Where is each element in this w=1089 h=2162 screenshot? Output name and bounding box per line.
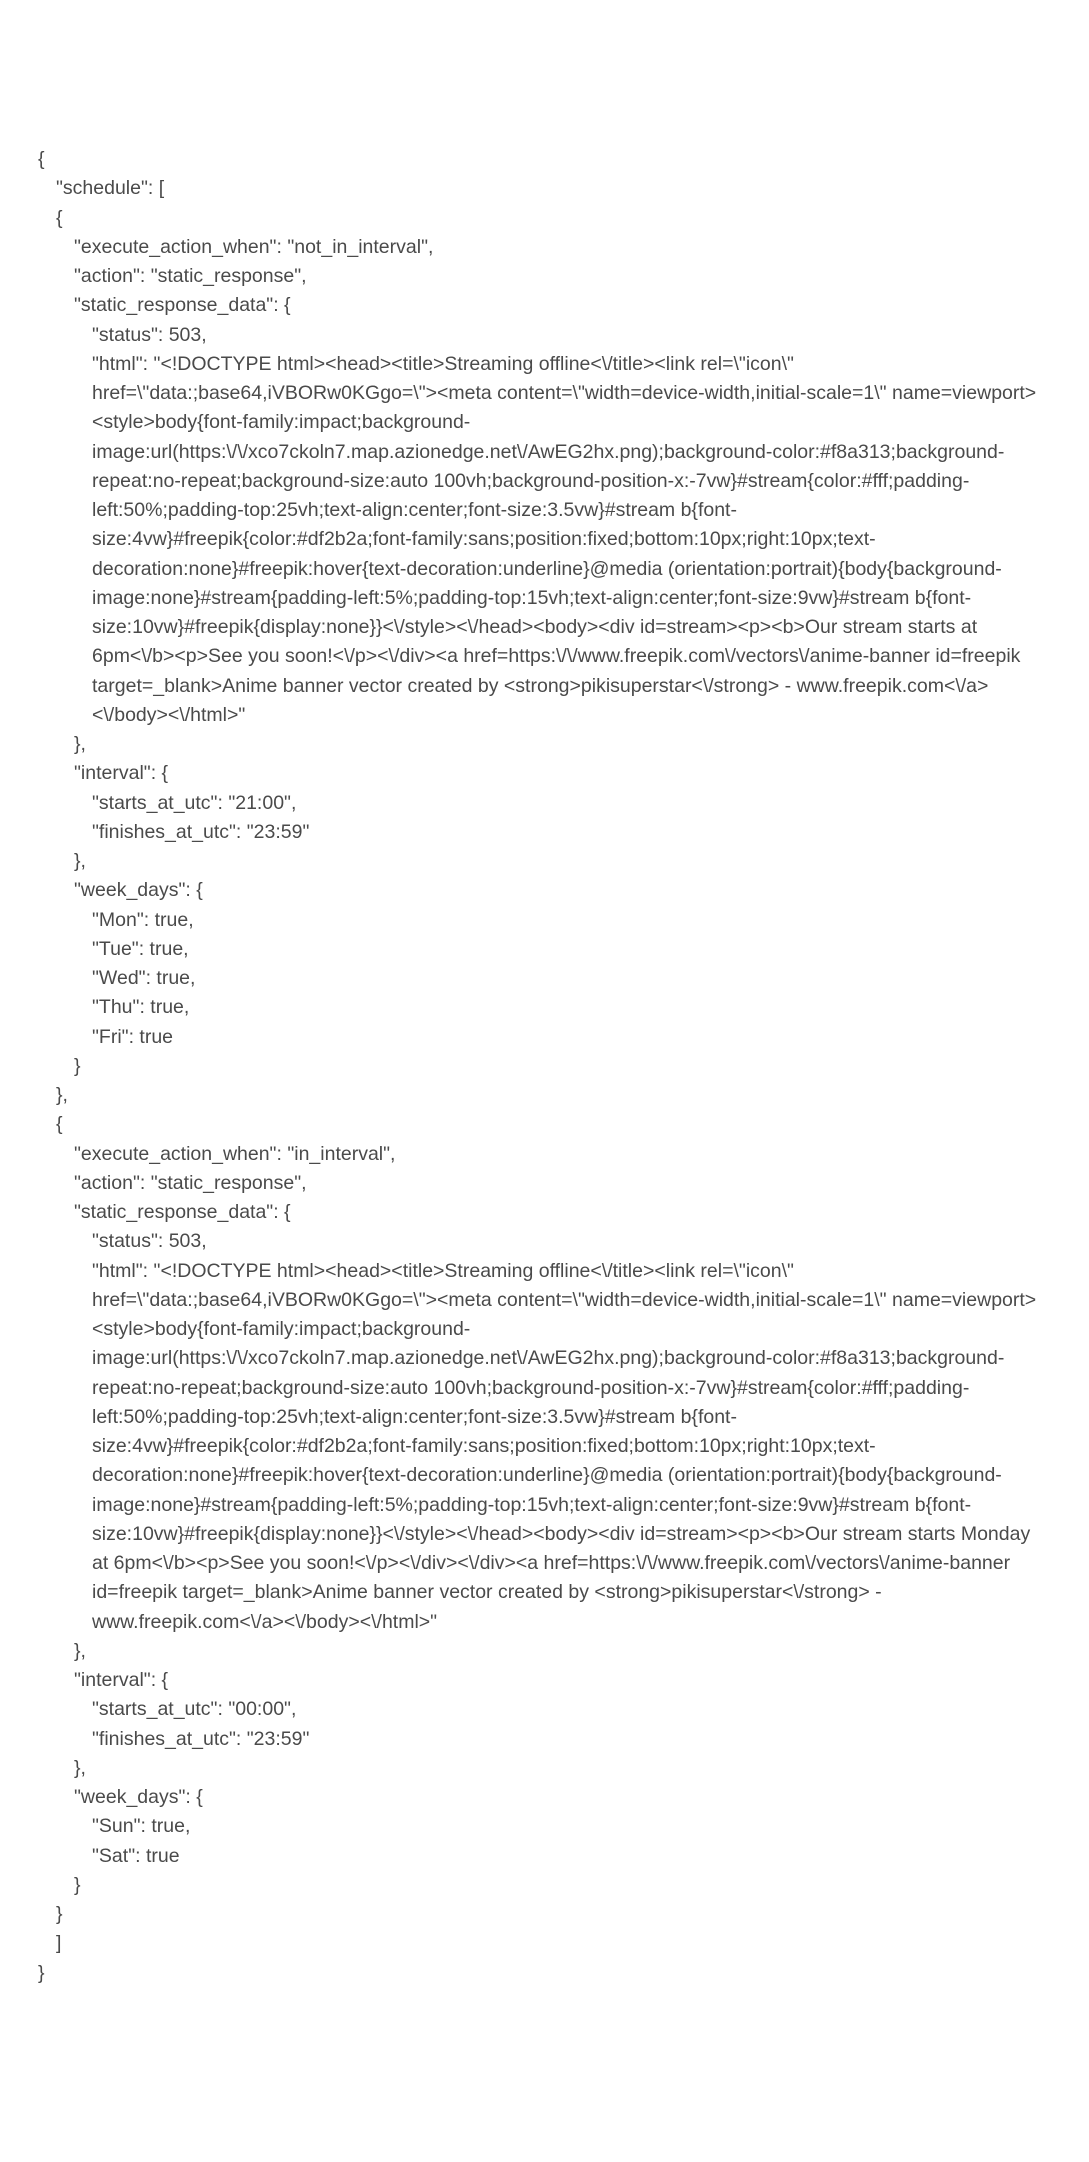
- code-line: "execute_action_when": "in_interval",: [38, 1140, 1051, 1169]
- code-line: "Sat": true: [38, 1842, 1051, 1871]
- code-line: }: [38, 1900, 1051, 1929]
- code-line: "status": 503,: [38, 321, 1051, 350]
- code-line: "action": "static_response",: [38, 262, 1051, 291]
- code-line: "finishes_at_utc": "23:59": [38, 818, 1051, 847]
- code-line: "static_response_data": {: [38, 291, 1051, 320]
- code-line: "finishes_at_utc": "23:59": [38, 1725, 1051, 1754]
- code-line: "html": "<!DOCTYPE html><head><title>Str…: [38, 350, 1051, 730]
- code-line: }: [38, 1871, 1051, 1900]
- code-line: }: [38, 1959, 1051, 1988]
- code-line: "interval": {: [38, 759, 1051, 788]
- code-line: "interval": {: [38, 1666, 1051, 1695]
- code-line: "starts_at_utc": "00:00",: [38, 1695, 1051, 1724]
- code-line: "Thu": true,: [38, 993, 1051, 1022]
- code-line: ]: [38, 1929, 1051, 1958]
- code-line: "schedule": [: [38, 174, 1051, 203]
- code-line: "static_response_data": {: [38, 1198, 1051, 1227]
- code-line: {: [38, 204, 1051, 233]
- code-line: "status": 503,: [38, 1227, 1051, 1256]
- code-line: }: [38, 1052, 1051, 1081]
- code-line: "Sun": true,: [38, 1812, 1051, 1841]
- code-line: {: [38, 1110, 1051, 1139]
- code-line: "week_days": {: [38, 1783, 1051, 1812]
- code-line: "starts_at_utc": "21:00",: [38, 789, 1051, 818]
- json-code-block: {"schedule": [{"execute_action_when": "n…: [38, 145, 1051, 1988]
- code-line: },: [38, 1754, 1051, 1783]
- code-line: "execute_action_when": "not_in_interval"…: [38, 233, 1051, 262]
- code-line: "html": "<!DOCTYPE html><head><title>Str…: [38, 1257, 1051, 1637]
- code-line: },: [38, 1081, 1051, 1110]
- code-line: "Fri": true: [38, 1023, 1051, 1052]
- code-line: "Wed": true,: [38, 964, 1051, 993]
- code-line: {: [38, 145, 1051, 174]
- code-line: },: [38, 730, 1051, 759]
- code-line: "Tue": true,: [38, 935, 1051, 964]
- code-line: "Mon": true,: [38, 906, 1051, 935]
- code-line: },: [38, 1637, 1051, 1666]
- code-line: "action": "static_response",: [38, 1169, 1051, 1198]
- code-line: },: [38, 847, 1051, 876]
- code-line: "week_days": {: [38, 876, 1051, 905]
